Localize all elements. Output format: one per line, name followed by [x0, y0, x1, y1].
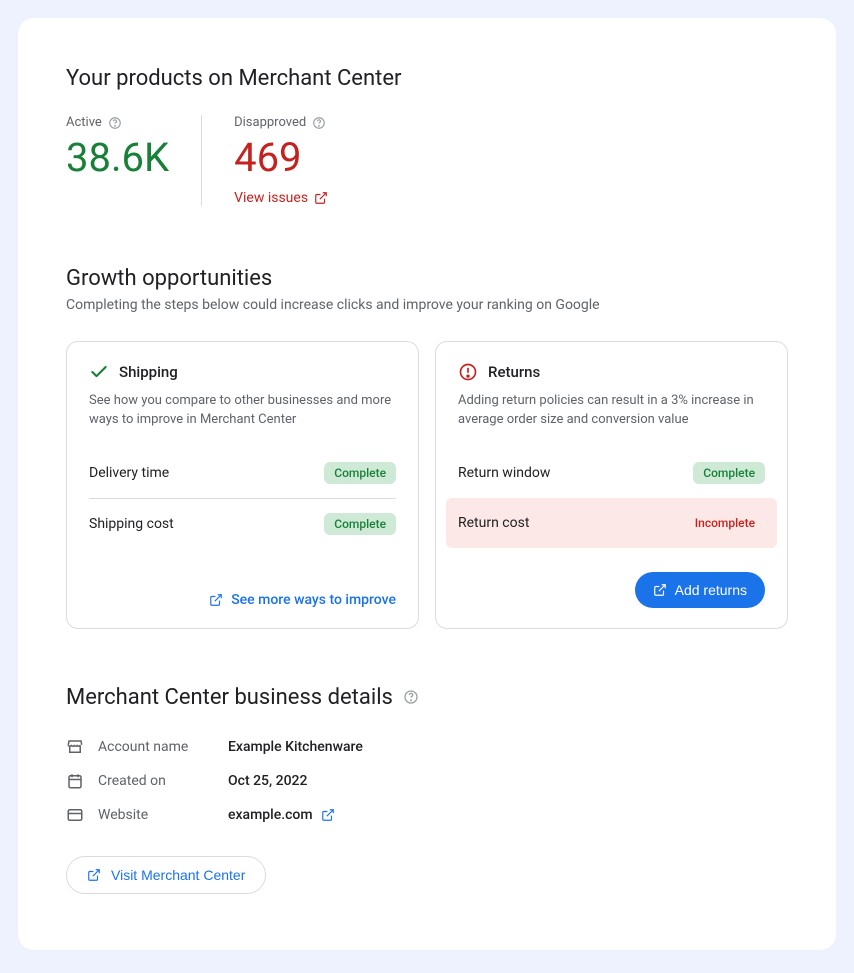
website-row: Website example.com	[66, 798, 788, 832]
shipping-description: See how you compare to other businesses …	[89, 392, 396, 430]
status-badge: Complete	[324, 462, 396, 484]
external-link-icon	[314, 191, 328, 205]
active-stat: Active 38.6K	[66, 115, 201, 206]
alert-icon	[458, 362, 478, 382]
website-label: Website	[98, 807, 228, 823]
shipping-footer: See more ways to improve	[89, 568, 396, 608]
returns-header: Returns	[458, 362, 765, 382]
view-issues-link[interactable]: View issues	[234, 190, 328, 206]
disapproved-label: Disapproved	[234, 115, 306, 130]
delivery-time-row: Delivery time Complete	[89, 448, 396, 499]
merchant-center-card: Your products on Merchant Center Active …	[18, 18, 836, 950]
help-icon[interactable]	[108, 116, 122, 130]
opportunity-cards: Shipping See how you compare to other bu…	[66, 341, 788, 629]
view-issues-label: View issues	[234, 190, 308, 206]
status-badge: Incomplete	[685, 512, 765, 534]
growth-title: Growth opportunities	[66, 266, 788, 291]
products-section: Your products on Merchant Center Active …	[66, 66, 788, 206]
products-title: Your products on Merchant Center	[66, 66, 788, 91]
created-on-row: Created on Oct 25, 2022	[66, 764, 788, 798]
checkmark-icon	[89, 362, 109, 382]
website-link[interactable]: example.com	[228, 807, 335, 823]
shipping-card: Shipping See how you compare to other bu…	[66, 341, 419, 629]
stats-row: Active 38.6K Disapproved 469 View issues	[66, 115, 788, 206]
disapproved-stat: Disapproved 469 View issues	[201, 115, 360, 206]
growth-description: Completing the steps below could increas…	[66, 297, 788, 313]
add-returns-label: Add returns	[675, 582, 747, 598]
return-window-label: Return window	[458, 465, 550, 481]
business-details-section: Merchant Center business details Account…	[66, 685, 788, 894]
details-title: Merchant Center business details	[66, 685, 393, 710]
account-label: Account name	[98, 739, 228, 755]
returns-footer: Add returns	[458, 548, 765, 608]
website-icon	[66, 806, 84, 824]
details-title-row: Merchant Center business details	[66, 685, 788, 710]
calendar-icon	[66, 772, 84, 790]
status-badge: Complete	[324, 513, 396, 535]
return-cost-row: Return cost Incomplete	[446, 498, 777, 548]
active-value: 38.6K	[66, 136, 169, 180]
external-link-icon	[653, 583, 667, 597]
status-badge: Complete	[693, 462, 765, 484]
external-link-icon	[321, 808, 335, 822]
website-value: example.com	[228, 807, 313, 823]
shipping-cost-row: Shipping cost Complete	[89, 499, 396, 549]
help-icon[interactable]	[312, 116, 326, 130]
shipping-title: Shipping	[119, 363, 178, 381]
visit-merchant-center-button[interactable]: Visit Merchant Center	[66, 856, 266, 894]
visit-label: Visit Merchant Center	[111, 867, 245, 883]
account-value: Example Kitchenware	[228, 739, 363, 755]
created-value: Oct 25, 2022	[228, 773, 307, 789]
created-label: Created on	[98, 773, 228, 789]
returns-description: Adding return policies can result in a 3…	[458, 392, 765, 430]
external-link-icon	[209, 593, 223, 607]
growth-section: Growth opportunities Completing the step…	[66, 266, 788, 629]
see-more-ways-link[interactable]: See more ways to improve	[209, 592, 396, 608]
disapproved-value: 469	[234, 136, 328, 180]
returns-card: Returns Adding return policies can resul…	[435, 341, 788, 629]
active-label-row: Active	[66, 115, 169, 130]
see-more-label: See more ways to improve	[231, 592, 396, 608]
disapproved-label-row: Disapproved	[234, 115, 328, 130]
add-returns-button[interactable]: Add returns	[635, 572, 765, 608]
delivery-time-label: Delivery time	[89, 465, 169, 481]
help-icon[interactable]	[403, 689, 419, 705]
storefront-icon	[66, 738, 84, 756]
external-link-icon	[87, 868, 101, 882]
account-name-row: Account name Example Kitchenware	[66, 730, 788, 764]
shipping-cost-label: Shipping cost	[89, 516, 174, 532]
returns-title: Returns	[488, 363, 540, 381]
return-cost-label: Return cost	[458, 515, 529, 531]
active-label: Active	[66, 115, 102, 130]
return-window-row: Return window Complete	[458, 448, 765, 498]
shipping-header: Shipping	[89, 362, 396, 382]
